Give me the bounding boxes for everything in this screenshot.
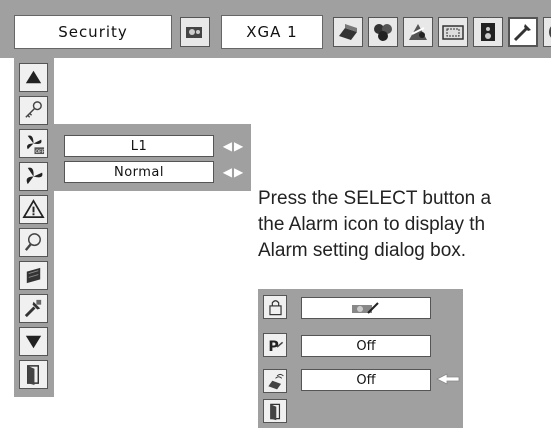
alarm-sensor-icon[interactable] <box>263 369 287 393</box>
alarm-submenu: L1 ◀ ▶ Normal ◀ ▶ <box>54 124 251 191</box>
projector-icon <box>352 302 379 314</box>
move-down-icon[interactable] <box>19 327 48 356</box>
setting-icon[interactable] <box>508 17 538 47</box>
alarm-setting-dialog: P Off Off <box>258 289 463 428</box>
instruction-caption: Press the SELECT button a the Alarm icon… <box>258 188 492 261</box>
fan-icon[interactable] <box>19 162 48 191</box>
key-icon[interactable] <box>19 96 48 125</box>
alarm-field[interactable]: Off <box>301 369 431 391</box>
exit-icon[interactable] <box>263 399 287 423</box>
pin-code-icon[interactable]: P <box>263 333 287 357</box>
sidebar-icon-column: OFF <box>14 58 54 397</box>
right-arrow-icon[interactable]: ▶ <box>234 140 243 152</box>
pin-code-field[interactable]: Off <box>301 335 431 357</box>
info-icon[interactable] <box>543 17 551 47</box>
image-adjust-icon[interactable] <box>403 17 433 47</box>
warning-icon[interactable] <box>19 195 48 224</box>
input-source-label: XGA 1 <box>221 15 323 49</box>
level-adjust-arrows[interactable]: ◀ ▶ <box>220 135 246 157</box>
lock-icon[interactable] <box>263 295 287 319</box>
move-up-icon[interactable] <box>19 63 48 92</box>
lamp-icon[interactable] <box>19 228 48 257</box>
input-icon[interactable] <box>180 17 210 47</box>
fan-off-icon[interactable]: OFF <box>19 129 48 158</box>
level-field[interactable]: L1 <box>64 135 214 157</box>
top-menu-bar: Security XGA 1 <box>0 0 551 58</box>
mode-adjust-arrows[interactable]: ◀ ▶ <box>220 161 246 183</box>
settings-wrench-icon[interactable] <box>19 294 48 323</box>
image-select-icon[interactable] <box>368 17 398 47</box>
sound-icon[interactable] <box>473 17 503 47</box>
left-arrow-icon[interactable]: ◀ <box>223 166 232 178</box>
lock-status-field[interactable] <box>301 297 431 319</box>
filter-icon[interactable] <box>19 261 48 290</box>
screen-icon[interactable] <box>438 17 468 47</box>
menu-title: Security <box>14 15 172 49</box>
right-arrow-icon[interactable]: ▶ <box>234 166 243 178</box>
exit-icon[interactable] <box>19 360 48 389</box>
left-arrow-icon[interactable]: ◀ <box>223 140 232 152</box>
pc-adjust-icon[interactable] <box>333 17 363 47</box>
mode-field[interactable]: Normal <box>64 161 214 183</box>
svg-text:OFF: OFF <box>35 149 45 155</box>
pointer-arrow-icon <box>436 373 460 385</box>
